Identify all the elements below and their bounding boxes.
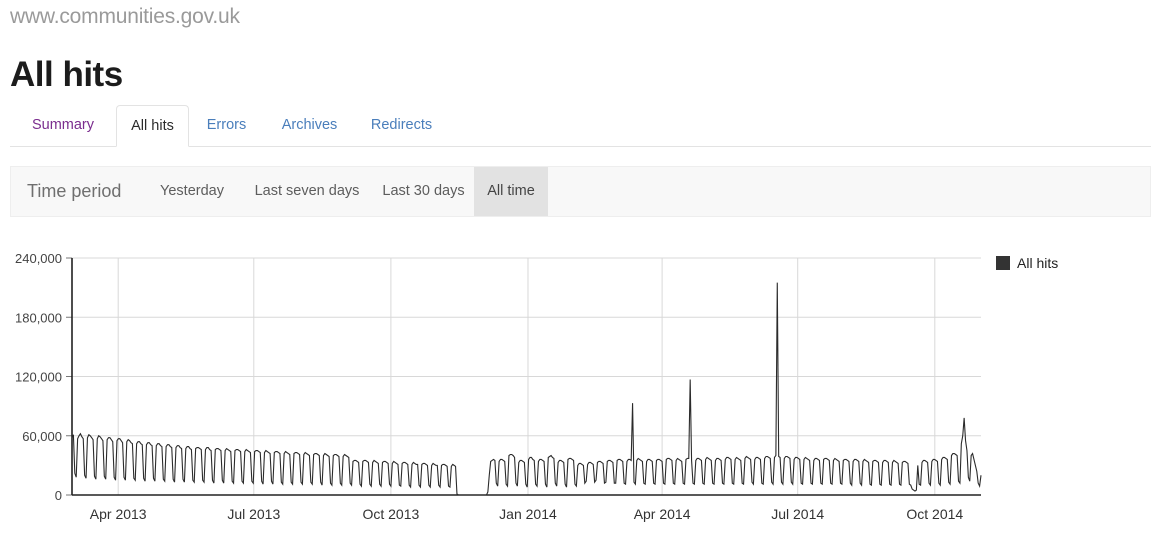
all-hits-chart: 0 60,000 120,000 180,000 240,000 Apr 2013 Jul … <box>0 240 1161 540</box>
x-axis-tick-label: Oct 2014 <box>906 506 963 522</box>
x-axis-tick-label: Jul 2014 <box>771 506 824 522</box>
period-option-last-30-days[interactable]: Last 30 days <box>373 167 474 216</box>
period-option-yesterday[interactable]: Yesterday <box>143 167 241 216</box>
y-axis-tick-label: 0 <box>55 488 62 503</box>
tab-errors[interactable]: Errors <box>189 105 264 147</box>
x-axis-tick-label: Oct 2013 <box>362 506 419 522</box>
x-axis-tick-label: Apr 2014 <box>634 506 691 522</box>
legend-swatch-all-hits <box>996 256 1010 270</box>
legend-label-all-hits: All hits <box>1017 255 1059 271</box>
x-axis-tick-label: Jan 2014 <box>499 506 557 522</box>
period-option-all-time[interactable]: All time <box>474 167 548 216</box>
site-url: www.communities.gov.uk <box>10 5 240 28</box>
x-axis-tick-label: Jul 2013 <box>227 506 280 522</box>
tab-archives[interactable]: Archives <box>264 105 355 147</box>
tab-all-hits[interactable]: All hits <box>116 105 189 147</box>
stats-page: www.communities.gov.uk All hits Summary … <box>0 0 1161 540</box>
y-axis-tick-label: 60,000 <box>22 429 62 444</box>
y-axis-tick-label: 180,000 <box>15 310 62 325</box>
chart-svg: 0 60,000 120,000 180,000 240,000 Apr 2013 Jul … <box>15 251 982 522</box>
tab-summary[interactable]: Summary <box>10 105 116 147</box>
time-period-label: Time period <box>27 181 122 201</box>
tab-bar: Summary All hits Errors Archives Redirec… <box>10 105 1151 147</box>
time-period-bar: Time period Yesterday Last seven days La… <box>10 166 1151 217</box>
y-axis-tick-label: 120,000 <box>15 370 62 385</box>
page-title: All hits <box>10 55 123 95</box>
period-option-last-seven-days[interactable]: Last seven days <box>241 167 373 216</box>
x-axis-tick-label: Apr 2013 <box>90 506 147 522</box>
series-line-all-hits <box>71 282 982 496</box>
tab-redirects[interactable]: Redirects <box>355 105 448 147</box>
y-axis-tick-label: 240,000 <box>15 251 62 266</box>
chart-legend: All hits <box>996 255 1058 271</box>
